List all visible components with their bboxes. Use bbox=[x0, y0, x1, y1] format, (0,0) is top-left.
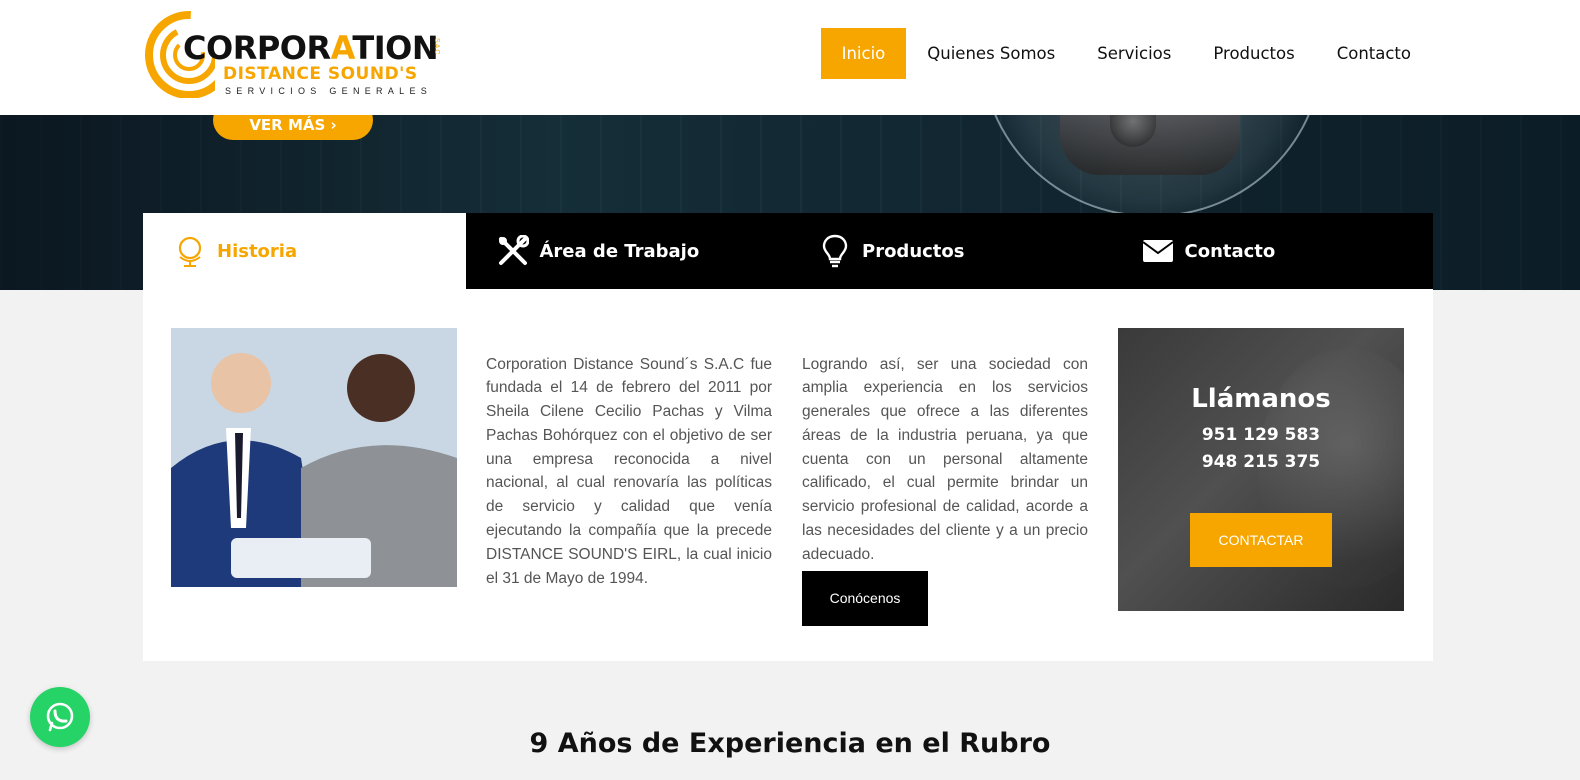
logo-subtitle: DISTANCE SOUND'S bbox=[223, 64, 418, 84]
tab-area-label: Área de Trabajo bbox=[539, 240, 700, 262]
tab-productos[interactable]: Productos bbox=[788, 213, 1111, 289]
envelope-icon bbox=[1141, 234, 1175, 268]
tab-historia-label: Historia bbox=[217, 240, 298, 262]
tools-icon bbox=[496, 234, 530, 268]
security-camera-image bbox=[1060, 115, 1240, 175]
phone-number-2: 948 215 375 bbox=[1201, 452, 1321, 472]
call-us-box: Llámanos 951 129 583 948 215 375 CONTACT… bbox=[1118, 328, 1404, 611]
conocenos-button[interactable]: Conócenos bbox=[802, 571, 928, 626]
call-title: Llámanos bbox=[1191, 384, 1331, 414]
tab-productos-label: Productos bbox=[862, 240, 965, 262]
whatsapp-icon[interactable] bbox=[30, 687, 90, 747]
historia-paragraph-1: Corporation Distance Sound´s S.A.C fue f… bbox=[486, 355, 772, 587]
nav-inicio[interactable]: Inicio bbox=[820, 28, 907, 79]
phone-number-1: 951 129 583 bbox=[1201, 425, 1321, 445]
logo-sac: SAC bbox=[433, 38, 440, 56]
businessmen-photo bbox=[171, 328, 457, 587]
contactar-button[interactable]: CONTACTAR bbox=[1190, 513, 1332, 567]
tab-contacto[interactable]: Contacto bbox=[1111, 213, 1434, 289]
nav-quienes-somos[interactable]: Quienes Somos bbox=[906, 28, 1076, 79]
logo-wordmark: CORPORATION bbox=[183, 29, 439, 67]
experience-heading: 9 Años de Experiencia en el Rubro bbox=[529, 728, 1051, 759]
nav-productos[interactable]: Productos bbox=[1192, 28, 1315, 79]
company-logo[interactable]: CORPORATION DISTANCE SOUND'S SERVICIOS G… bbox=[145, 8, 445, 100]
logo-tagline: SERVICIOS GENERALES bbox=[225, 86, 433, 96]
tab-historia[interactable]: Historia bbox=[143, 213, 466, 289]
tab-area-de-trabajo[interactable]: Área de Trabajo bbox=[466, 213, 789, 289]
info-tabs: Historia Área de Trabajo Productos Conta… bbox=[143, 213, 1433, 289]
main-nav: Inicio Quienes Somos Servicios Productos… bbox=[820, 28, 1432, 79]
nav-servicios[interactable]: Servicios bbox=[1076, 28, 1192, 79]
nav-contacto[interactable]: Contacto bbox=[1316, 28, 1432, 79]
historia-paragraph-2: Logrando así, ser una sociedad con ampli… bbox=[802, 355, 1088, 563]
globe-icon bbox=[173, 234, 207, 268]
lightbulb-icon bbox=[818, 234, 852, 268]
site-header: CORPORATION DISTANCE SOUND'S SERVICIOS G… bbox=[0, 0, 1580, 115]
tab-contacto-label: Contacto bbox=[1184, 240, 1276, 262]
historia-panel: Corporation Distance Sound´s S.A.C fue f… bbox=[143, 289, 1433, 661]
